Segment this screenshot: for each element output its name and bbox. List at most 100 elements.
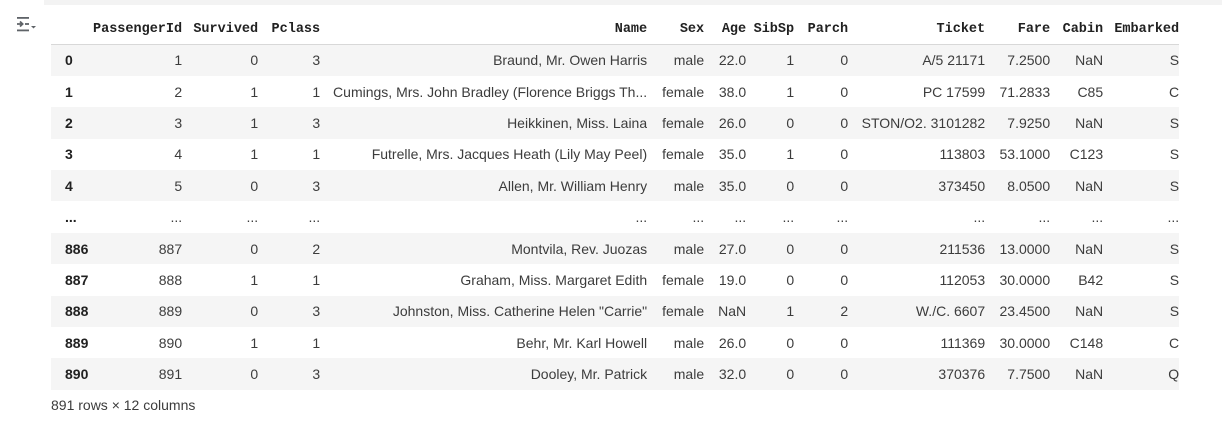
table-cell: A/5 21171 [922,52,986,69]
column-header: Parch [794,14,849,45]
table-cell: 1 [312,271,321,288]
output-actions-icon[interactable] [14,13,38,37]
table-cell: S [1169,240,1180,257]
table-body: 0 1 0 3 Braund, Mr. Owen Harris male 22.0 1 0 A/5… [51,44,1180,390]
table-cell: 0 [840,83,849,100]
table-cell: ... [734,209,747,226]
table-cell: 19.0 [718,271,747,288]
table-cell: S [1169,146,1180,163]
table-cell: 1 [312,146,321,163]
table-cell: 3 [312,366,321,383]
row-index: 887 [65,271,89,288]
table-cell: S [1169,271,1180,288]
table-cell: 113803 [939,146,986,163]
table-cell: 22.0 [718,52,747,69]
table-cell: female [662,114,705,131]
table-cell: NaN [1075,366,1104,383]
table-cell: 35.0 [718,177,747,194]
table-row: 890 891 0 3 Dooley, Mr. Patrick male 32.0 0 0 370… [51,358,1180,390]
table-cell: W./C. 6607 [915,303,986,320]
table-cell: male [673,334,705,351]
table-cell: 3 [312,114,321,131]
table-cell: 0 [786,366,795,383]
table-cell: C [1169,83,1180,100]
table-cell: NaN [718,303,747,320]
table-cell: C148 [1069,334,1104,351]
table-cell: 2 [312,240,321,257]
row-index: 890 [65,366,89,383]
table-cell: 4 [174,146,183,163]
table-cell: 1 [174,52,183,69]
table-cell: 1 [786,303,795,320]
table-cell: STON/O2. 3101282 [861,114,986,131]
table-cell: 1 [250,146,259,163]
table-cell: S [1169,177,1180,194]
table-cell: Q [1168,366,1180,383]
table-cell: 373450 [938,177,986,194]
table-cell: female [662,83,705,100]
table-cell: Dooley, Mr. Patrick [530,366,648,383]
table-cell: Futrelle, Mrs. Jacques Heath (Lily May P… [371,146,648,163]
row-index: 2 [65,114,73,131]
table-cell: 3 [312,177,321,194]
table-cell: NaN [1075,240,1104,257]
row-index: 3 [65,146,73,163]
table-cell: 3 [312,303,321,320]
table-cell: ... [1038,209,1051,226]
table-cell: 2 [840,303,849,320]
header-row: PassengerId Survived Pclass Name Sex Age SibSp… [51,14,1180,45]
table-cell: 1 [786,146,795,163]
table-cell: ... [170,209,183,226]
table-row: 2 3 1 3 Heikkinen, Miss. Laina female 26.0 0 0 ST… [51,107,1180,139]
table-cell: 0 [250,366,259,383]
table-cell: 7.2500 [1007,52,1051,69]
table-cell: Allen, Mr. William Henry [498,177,648,194]
table-cell: 30.0000 [999,334,1051,351]
dataframe-table: PassengerId Survived Pclass Name Sex Age SibSp… [51,14,1180,390]
table-cell: 0 [786,271,795,288]
table-row: 1 2 1 1 Cumings, Mrs. John Bradley (Florence… [51,75,1180,108]
column-header: Survived [182,14,259,45]
table-cell: Johnston, Miss. Catherine Helen "Carrie" [392,303,648,320]
table-cell: ... [246,209,259,226]
dataframe-shape-summary: 891 rows × 12 columns [51,397,196,413]
table-cell: 3 [312,52,321,69]
table-cell: 0 [786,334,795,351]
row-index: 889 [65,334,89,351]
table-cell: male [673,366,705,383]
table-cell: female [662,271,705,288]
row-index: ... [65,209,77,226]
table-cell: S [1169,303,1180,320]
table-cell: 0 [786,177,795,194]
ellipsis-row: ....................................... [51,201,1180,233]
table-cell: ... [1167,209,1180,226]
table-cell: ... [1091,209,1104,226]
table-cell: ... [635,209,648,226]
table-cell: Graham, Miss. Margaret Edith [460,271,648,288]
table-cell: 370376 [938,366,986,383]
table-cell: 0 [840,146,849,163]
table-cell: Cumings, Mrs. John Bradley (Florence Bri… [333,83,648,100]
table-cell: NaN [1075,52,1104,69]
table-cell: 0 [250,303,259,320]
table-cell: 1 [250,114,259,131]
column-header: Pclass [258,14,321,45]
table-cell: Heikkinen, Miss. Laina [507,114,648,131]
column-header: PassengerId [93,14,183,45]
table-cell: 30.0000 [999,271,1051,288]
table-cell: 0 [250,52,259,69]
table-cell: C123 [1069,146,1104,163]
cell-top-border [44,0,1222,5]
table-cell: ... [692,209,705,226]
table-cell: Behr, Mr. Karl Howell [516,334,648,351]
row-index: 0 [65,52,73,69]
row-index: 4 [65,177,73,194]
column-header: Ticket [848,14,986,45]
table-cell: 0 [840,114,849,131]
table-cell: male [673,177,705,194]
table-cell: 1 [250,83,259,100]
table-cell: 0 [840,177,849,194]
table-cell: 1 [250,334,259,351]
table-cell: Montvila, Rev. Juozas [511,240,648,257]
table-cell: S [1169,52,1180,69]
